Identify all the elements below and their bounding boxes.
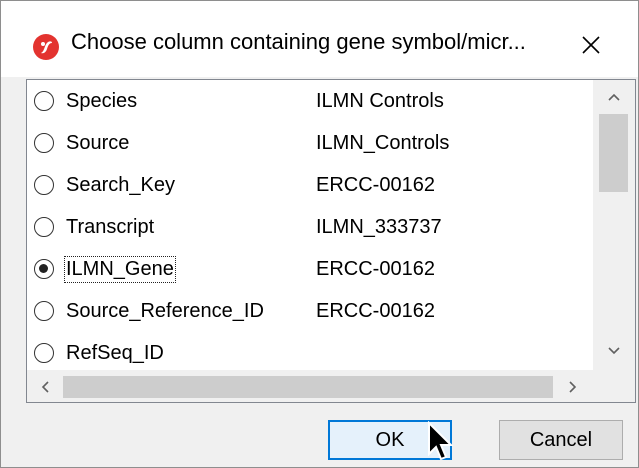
column-label: Source_Reference_ID [66, 299, 264, 322]
dialog-title: Choose column containing gene symbol/mic… [71, 29, 526, 54]
column-label: Transcript [66, 215, 155, 238]
horizontal-scrollbar[interactable] [27, 370, 593, 402]
column-label: Source [66, 131, 130, 154]
radio-button[interactable] [34, 217, 54, 237]
cancel-button[interactable]: Cancel [499, 420, 623, 460]
list-item[interactable]: Species ILMN Controls [27, 80, 592, 122]
radio-button-selected[interactable] [34, 259, 54, 279]
list-item[interactable]: Source ILMN_Controls [27, 122, 592, 164]
list-item[interactable]: RefSeq_ID [27, 332, 592, 370]
radio-button[interactable] [34, 175, 54, 195]
list-item[interactable]: ILMN_Gene ERCC-00162 [27, 248, 592, 290]
scroll-right-icon[interactable] [565, 379, 581, 395]
dialog-window: Choose column containing gene symbol/mic… [0, 0, 639, 468]
column-sample-value: ILMN_333737 [316, 215, 442, 238]
column-sample-value: ILMN Controls [316, 89, 444, 112]
scroll-left-icon[interactable] [37, 379, 53, 395]
list-item[interactable]: Transcript ILMN_333737 [27, 206, 592, 248]
column-label: Search_Key [66, 173, 175, 196]
mouse-cursor-icon [428, 421, 454, 461]
column-sample-value: ERCC-00162 [316, 299, 435, 322]
column-sample-value: ERCC-00162 [316, 257, 435, 280]
column-sample-value: ERCC-00162 [316, 173, 435, 196]
list-item[interactable]: Source_Reference_ID ERCC-00162 [27, 290, 592, 332]
vertical-scrollbar[interactable] [593, 80, 635, 370]
column-rows: Species ILMN Controls Source ILMN_Contro… [27, 80, 592, 370]
column-list: Species ILMN Controls Source ILMN_Contro… [26, 79, 636, 403]
column-label: RefSeq_ID [66, 341, 164, 364]
radio-button[interactable] [34, 343, 54, 363]
scrollbar-corner [593, 370, 635, 402]
dialog-body: Species ILMN Controls Source ILMN_Contro… [1, 77, 638, 467]
radio-button[interactable] [34, 91, 54, 111]
list-item[interactable]: Search_Key ERCC-00162 [27, 164, 592, 206]
scroll-up-icon[interactable] [606, 89, 622, 105]
horizontal-scroll-thumb[interactable] [63, 376, 553, 398]
column-sample-value: ILMN_Controls [316, 131, 450, 154]
title-bar[interactable]: Choose column containing gene symbol/mic… [1, 1, 638, 77]
vertical-scroll-thumb[interactable] [599, 114, 628, 192]
column-label: Species [66, 89, 138, 112]
radio-button[interactable] [34, 301, 54, 321]
close-icon [582, 36, 600, 54]
close-button[interactable] [567, 23, 615, 67]
app-logo-icon [33, 34, 59, 60]
scroll-down-icon[interactable] [606, 343, 622, 359]
column-label: ILMN_Gene [64, 255, 176, 283]
radio-button[interactable] [34, 133, 54, 153]
